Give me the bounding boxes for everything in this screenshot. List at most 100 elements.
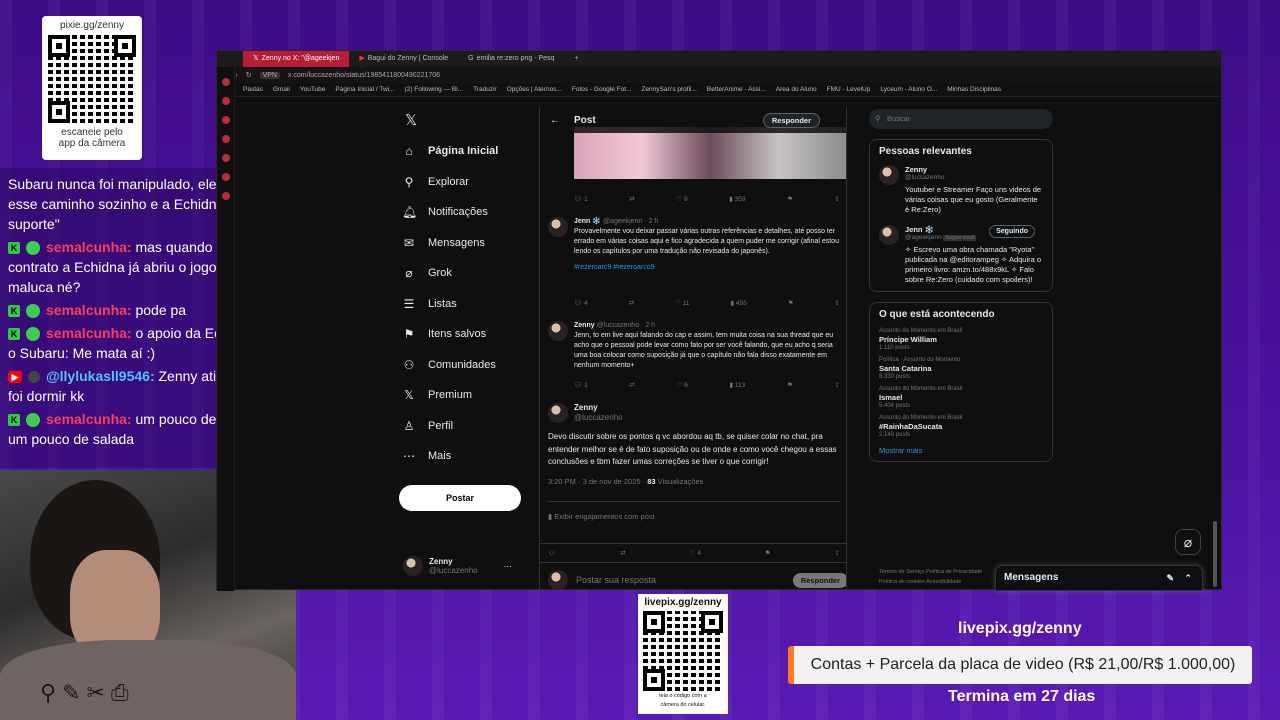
nav-premium[interactable]: 𝕏 Premium: [402, 380, 532, 411]
avatar: [548, 570, 568, 590]
bookmark[interactable]: Traduzir: [473, 86, 497, 93]
reply-icon[interactable]: 💬︎ 1: [574, 195, 588, 203]
retweet-icon[interactable]: ⇄: [620, 549, 625, 557]
bookmark[interactable]: FMU - LevelUp: [827, 86, 871, 93]
bookmark[interactable]: Area do Aluno: [776, 86, 817, 93]
engagement-link[interactable]: ▮ Exibir engajamentos com post: [548, 500, 840, 522]
account-switcher[interactable]: Zenny @luccazenho ⋯: [403, 556, 512, 576]
forward-icon: ›: [235, 71, 238, 79]
avatar: [403, 556, 423, 576]
google-icon: G: [468, 55, 474, 62]
tab-x-post[interactable]: 𝕏 Zenny no X: "@ageekjen: [243, 51, 350, 67]
post-header: ← Post Responder: [540, 107, 846, 133]
nav-messages[interactable]: ✉ Mensagens: [402, 228, 532, 259]
nav-lists[interactable]: ☰ Listas: [402, 289, 532, 320]
footer-links[interactable]: Termos de Serviço Política de Privacidad…: [879, 567, 999, 587]
nav-notifications[interactable]: 🔔︎ Notificações: [402, 197, 532, 228]
like-icon[interactable]: ♡ 6: [677, 381, 688, 389]
bookmark[interactable]: Pastas: [243, 86, 263, 93]
nav-explore[interactable]: ⚲ Explorar: [402, 167, 532, 198]
nav-profile[interactable]: ♙ Perfil: [402, 411, 532, 442]
youtube-icon: ▶: [359, 55, 365, 62]
bookmark[interactable]: Fotos - Google Fot...: [572, 86, 632, 93]
retweet-icon[interactable]: ⇄: [629, 381, 634, 389]
reply-icon[interactable]: 💬︎ 4: [574, 299, 588, 307]
tweet-zenny-reply[interactable]: Zenny @luccazenho · 2 h Jenn, to em live…: [548, 321, 840, 371]
new-tab-button[interactable]: +: [564, 51, 588, 67]
grok-fab-icon[interactable]: ⌀: [1175, 529, 1201, 555]
reply-submit-button[interactable]: Responder: [792, 572, 846, 588]
post-button[interactable]: Postar: [399, 485, 521, 511]
tab-console[interactable]: ▶ Bagui do Zenny | Console: [349, 51, 458, 67]
qr-title: pixie.gg/zenny: [60, 20, 124, 31]
bookmark[interactable]: Gmail: [273, 86, 290, 93]
trends-panel: O que está acontecendo Assunto do Moment…: [869, 302, 1053, 462]
like-icon[interactable]: ♡ 11: [675, 299, 689, 307]
like-icon[interactable]: ♡ 9: [676, 195, 687, 203]
bookmark-icon[interactable]: ⚑: [787, 381, 793, 389]
retweet-icon[interactable]: ⇄: [629, 195, 634, 203]
bookmark[interactable]: BetterAnime - Assi...: [707, 86, 766, 93]
browser-window: 𝕏 Zenny no X: "@ageekjen ▶ Bagui do Zenny …: [216, 50, 1222, 591]
more-icon: ⋯: [503, 561, 512, 571]
following-button[interactable]: Seguindo: [989, 225, 1035, 238]
trend-item[interactable]: Assunto do Momento em Brasil Ismael 5.404 …: [879, 386, 1043, 409]
chart-icon: ▮: [548, 511, 553, 521]
livepix-qr-card: livepix.gg/zenny leia o código com a câm…: [638, 594, 728, 714]
tweet-jenn[interactable]: Jenn ❄️ @ageekjenn · 2 h Provavelmente v…: [548, 217, 840, 273]
trend-item[interactable]: Política · Assunto do Momento Santa Catar…: [879, 357, 1043, 380]
messages-drawer[interactable]: Mensagens ✎ ⌃: [995, 565, 1203, 591]
hashtags[interactable]: #rezeroarc9 #rezeroarco9: [574, 263, 840, 273]
bookmark[interactable]: Página Inicial / Twi...: [335, 86, 394, 93]
share-icon[interactable]: ⇪: [835, 299, 840, 307]
nav-more[interactable]: ⋯ Mais: [402, 441, 532, 472]
trend-item[interactable]: Assunto do Momento em Brasil Príncipe Wil…: [879, 328, 1043, 351]
bookmark-icon[interactable]: ⚑: [765, 549, 771, 557]
bookmark[interactable]: ZennySan's profil...: [641, 86, 696, 93]
sub-badge-icon: [26, 241, 40, 256]
bookmark[interactable]: YouTube: [300, 86, 326, 93]
kick-icon: K: [8, 242, 20, 255]
person-card[interactable]: Zenny @luccazenho Youtuber e Streamer Fa…: [879, 165, 1043, 215]
kick-icon: K: [8, 414, 20, 427]
views-icon[interactable]: ▮ 359: [729, 195, 745, 203]
people-icon: ⚇: [403, 357, 415, 372]
search-icon: ⚲: [404, 174, 414, 189]
tweet-actions: 💬︎ 4 ⇄ ♡ 11 ▮ 455 ⚑ ⇪: [540, 299, 846, 307]
bookmark-icon[interactable]: ⚑: [787, 195, 793, 203]
image-tweet-actions: 💬︎ 1 ⇄ ♡ 9 ▮ 359 ⚑ ⇪: [540, 195, 846, 203]
bookmark[interactable]: Minhas Disciplinas: [947, 86, 1001, 93]
trend-item[interactable]: Assunto do Momento em Brasil #RainhaDaSuc…: [879, 415, 1043, 438]
reply-input[interactable]: Postar sua resposta: [576, 575, 656, 585]
back-arrow-icon[interactable]: ←: [550, 115, 560, 126]
show-more-link[interactable]: Mostrar mais: [879, 446, 1043, 455]
post-image[interactable]: [574, 127, 846, 179]
avatar: [879, 225, 899, 245]
person-card[interactable]: Jenn ❄️ @ageekjenn Segue você Seguindo ✧…: [879, 225, 1043, 285]
like-icon[interactable]: ♡ 4: [690, 549, 701, 557]
share-icon[interactable]: ⇪: [835, 195, 840, 203]
nav-grok[interactable]: ⌀ Grok: [402, 258, 532, 289]
share-icon[interactable]: ⇪: [835, 549, 840, 557]
nav-home[interactable]: ⌂ Página Inicial: [402, 136, 532, 167]
bookmark-icon[interactable]: ⚑: [788, 299, 794, 307]
views-icon[interactable]: ▮ 113: [730, 381, 746, 389]
goal-deadline: Termina em 27 dias: [948, 688, 1096, 705]
views-icon[interactable]: ▮ 455: [730, 299, 746, 307]
bookmark[interactable]: Lyceum - Aluno O...: [880, 86, 937, 93]
nav-communities[interactable]: ⚇ Comunidades: [402, 350, 532, 381]
x-logo-icon[interactable]: 𝕏: [405, 111, 417, 129]
reply-button-top[interactable]: Responder: [762, 112, 820, 128]
retweet-icon[interactable]: ⇄: [629, 299, 634, 307]
reply-icon[interactable]: 💬︎: [548, 549, 556, 557]
nav-bookmarks[interactable]: ⚑ Itens salvos: [402, 319, 532, 350]
search-input[interactable]: ⚲ Buscar: [869, 109, 1053, 129]
bookmark[interactable]: Opções | Aternos...: [507, 86, 562, 93]
scrollbar[interactable]: [1213, 521, 1217, 587]
share-icon[interactable]: ⇪: [835, 381, 840, 389]
avatar: [548, 403, 568, 423]
reply-icon[interactable]: 💬︎ 1: [574, 381, 588, 389]
tab-search[interactable]: Gemilia re:zero png - Pesq: [458, 51, 564, 67]
address-bar[interactable]: ‹›↻ VPN x.com/luccazenho/status/19854118…: [217, 67, 1221, 83]
bookmark[interactable]: (2) Following — Bl...: [405, 86, 464, 93]
